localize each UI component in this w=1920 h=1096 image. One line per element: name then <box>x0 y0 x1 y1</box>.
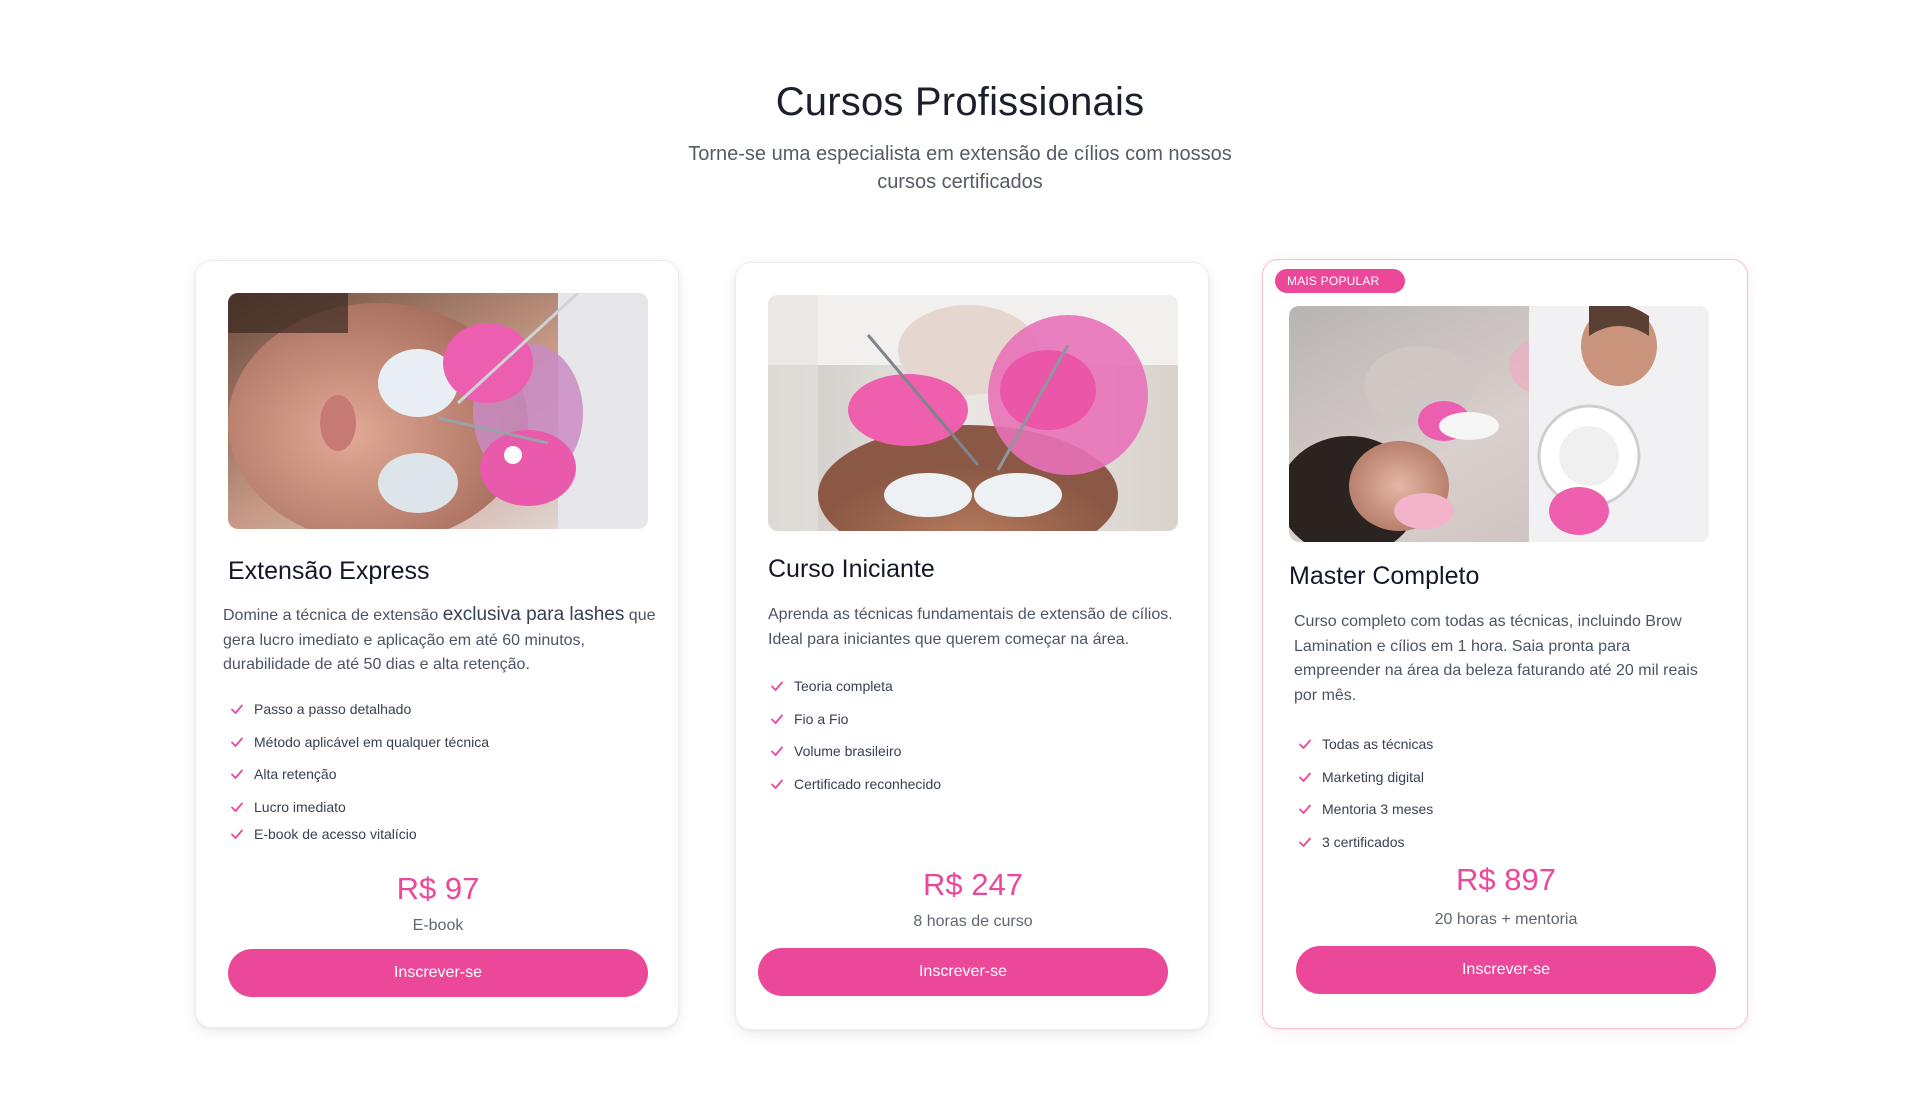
course-description: Aprenda as técnicas fundamentais de exte… <box>768 606 1173 648</box>
feature-item: Fio a Fio <box>770 709 1170 742</box>
feature-item: Marketing digital <box>1298 767 1698 800</box>
check-icon <box>771 714 783 724</box>
course-card-extensao-express: Extensão Express Domine a técnica de ext… <box>195 260 679 1028</box>
feature-list: Todas as técnicas Marketing digital Ment… <box>1298 734 1698 864</box>
feature-item: Volume brasileiro <box>770 741 1170 774</box>
course-description: Domine a técnica de extensão exclusiva p… <box>223 604 656 673</box>
check-icon <box>231 737 243 747</box>
check-icon <box>231 802 243 812</box>
course-duration: E-book <box>412 917 464 934</box>
course-price: R$ 247 <box>923 867 1023 902</box>
feature-item: Mentoria 3 meses <box>1298 799 1698 832</box>
course-title: Curso Iniciante <box>768 555 935 583</box>
course-price: R$ 97 <box>396 871 480 906</box>
feature-item: Teoria completa <box>770 676 1170 709</box>
course-price: R$ 897 <box>1456 862 1556 897</box>
enroll-button[interactable]: Inscrever-se <box>228 949 648 997</box>
enroll-button[interactable]: Inscrever-se <box>1296 946 1716 994</box>
check-icon <box>1299 804 1311 814</box>
check-icon <box>1299 837 1311 847</box>
course-title: Master Completo <box>1289 562 1480 590</box>
course-description: Curso completo com todas as técnicas, in… <box>1294 613 1698 704</box>
check-icon <box>771 681 783 691</box>
check-icon <box>231 769 243 779</box>
lash-procedure-photo <box>768 295 1178 531</box>
lash-extension-photo <box>228 293 648 529</box>
feature-item: Lucro imediato <box>230 797 650 824</box>
feature-item: Certificado reconhecido <box>770 774 1170 807</box>
feature-item: Alta retenção <box>230 764 650 797</box>
popular-badge: Mais Popular <box>1275 269 1406 293</box>
check-icon <box>1299 772 1311 782</box>
course-duration: 20 horas + mentoria <box>1434 911 1578 928</box>
feature-item: Passo a passo detalhado <box>230 699 650 732</box>
feature-list: Passo a passo detalhado Método aplicável… <box>230 699 650 856</box>
enroll-button[interactable]: Inscrever-se <box>758 948 1168 996</box>
check-icon <box>1299 739 1311 749</box>
courses-section: Cursos Profissionais Torne-se uma especi… <box>0 0 1920 1096</box>
course-duration: 8 horas de curso <box>913 913 1033 930</box>
section-subtitle: Torne-se uma especialista em extensão de… <box>688 143 1232 193</box>
brow-lamination-photo <box>1289 306 1709 542</box>
feature-item: E-book de acesso vitalício <box>230 824 650 857</box>
section-title: Cursos Profissionais <box>775 80 1145 124</box>
check-icon <box>771 779 783 789</box>
feature-list: Teoria completa Fio a Fio Volume brasile… <box>770 676 1170 806</box>
check-icon <box>231 704 243 714</box>
feature-item: Método aplicável em qualquer técnica <box>230 732 650 765</box>
course-card-curso-iniciante: Curso Iniciante Aprenda as técnicas fund… <box>735 262 1209 1030</box>
check-icon <box>231 829 243 839</box>
feature-item: 3 certificados <box>1298 832 1698 865</box>
course-title: Extensão Express <box>228 557 430 585</box>
course-card-master-completo: Mais Popular <box>1262 259 1748 1029</box>
check-icon <box>771 746 783 756</box>
feature-item: Todas as técnicas <box>1298 734 1698 767</box>
